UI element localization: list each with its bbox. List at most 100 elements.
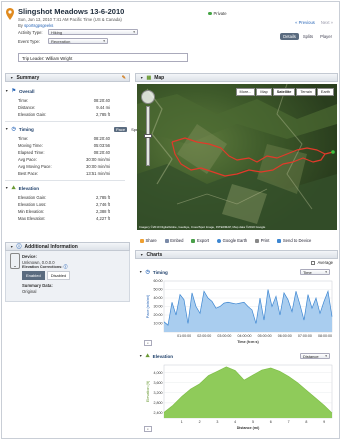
tab-player[interactable]: Player [317,33,335,40]
row-value: 08:20:40 [93,150,110,155]
x-tick-label: 06:00:00 [278,334,292,338]
start-marker-icon [331,150,335,154]
tab-splits[interactable]: Splits [299,33,317,40]
x-tick-label: 8 [305,420,307,424]
privacy-label: Private [213,11,227,16]
summary-header[interactable]: ▼ Summary ✎ [5,73,130,82]
edit-pencil-icon[interactable]: ✎ [122,75,126,81]
activity-type-value: Hiking [51,29,63,35]
device-send-icon [277,238,282,243]
timing-heading[interactable]: ▼ ◷ Timing [5,126,34,132]
share-button[interactable]: Share [140,238,157,243]
x-axis-label: Time (h:m:s) [237,340,259,344]
chevron-down-icon: ▾ [103,39,105,43]
summary-row: Elevation Loss: 2,746 ft [18,202,110,207]
map-pan-control[interactable] [141,90,155,104]
elevation-x-axis-select[interactable]: Distance ▾ [300,353,330,359]
summary-row: Time: 08:20:40 [18,98,110,103]
google-earth-button[interactable]: Google Earth [217,238,247,243]
divider [5,180,125,181]
additional-info-header[interactable]: ▼ ⓘ Additional Information [5,242,130,251]
author-link[interactable]: sportsgpsgeeks [24,23,53,28]
activity-header: Slingshot Meadows 13-6-2010 Sun, Jun 13,… [2,2,339,68]
zoom-magnifier-icon[interactable]: ⌕ [144,340,152,346]
y-tick-label: 60:00 [154,279,163,283]
summary-row: Distance: 9.44 mi [18,105,110,110]
timing-chart[interactable]: 10:00 20:00 30:00 40:00 50:00 60:00 01:00:00 02… [142,278,336,344]
export-icon [191,238,196,243]
row-label: Elevation Loss: [18,202,47,207]
row-label: Time: [18,98,29,103]
pace-button[interactable]: Pace [114,127,128,132]
enabled-button[interactable]: Enabled [22,271,45,280]
x-tick-label: 4 [234,420,236,424]
mountain-icon: ⛰ [145,353,150,359]
notes-field[interactable]: Trip Leader: William Wright [18,53,188,62]
timing-title: Timing [18,126,34,132]
map-satellite-button[interactable]: Satellite [272,88,296,96]
print-label: Print [260,238,270,243]
print-button[interactable]: Print [255,238,269,243]
privacy-status-icon [208,11,212,16]
elevation-heading[interactable]: ▼ ⛰ Elevation [5,185,39,191]
timing-x-axis-select[interactable]: Time ▾ [300,269,330,275]
map-credit: Imagery ©2010 DigitalGlobe, GeoEye, Cnes… [139,225,266,229]
x-tick-label: 05:00:00 [258,334,272,338]
elevation-chart-heading[interactable]: ▼ ⛰ Elevation [139,353,173,359]
map-header[interactable]: ▼ ▦ Map [135,73,338,82]
y-tick-label: 40:00 [154,296,163,300]
send-to-device-button[interactable]: Send to Device [277,238,311,243]
privacy-toggle[interactable]: Private [208,11,227,16]
satellite-imagery [137,84,337,230]
charts-header[interactable]: ▼ Charts [135,250,338,259]
map-zoom-handle[interactable] [144,134,152,138]
x-tick-label: 7 [288,420,290,424]
next-link[interactable]: Next » [321,20,333,25]
x-tick-label: 03:00:00 [217,334,231,338]
overall-heading[interactable]: ▼ ⚑ Overall [5,88,35,94]
zoom-magnifier-icon[interactable]: ⌕ [144,426,152,432]
row-label: Distance: [18,105,36,110]
map-more-button[interactable]: More... [235,88,256,96]
map-view[interactable]: More... Map Satellite Terrain Earth Imag… [137,84,337,230]
x-tick-label: 02:00:00 [197,334,211,338]
x-axis-label: Distance (mi) [237,426,260,430]
map-map-button[interactable]: Map [256,88,272,96]
embed-icon [164,238,169,243]
map-terrain-button[interactable]: Terrain [296,88,316,96]
embed-button[interactable]: Embed [164,238,183,243]
row-value: 2,785 ft [96,112,110,117]
summary-row: Moving Time: 05:03:56 [18,143,110,148]
printer-icon [255,238,260,243]
event-type-select[interactable]: Recreation ▾ [48,38,108,44]
x-tick-label: 5 [252,420,254,424]
y-tick-label: 20:00 [154,313,163,317]
row-value: 2,388 ft [96,209,110,214]
timing-chart-title: Timing [152,269,168,275]
activity-title[interactable]: Slingshot Meadows 13-6-2010 [18,7,124,16]
charts-title: Charts [146,251,163,258]
average-checkbox[interactable] [311,260,316,265]
elevation-x-axis-value: Distance [303,353,319,359]
activity-type-select[interactable]: Hiking ▾ [48,29,138,35]
export-button[interactable]: Export [191,238,209,243]
previous-link[interactable]: « Previous [295,20,315,25]
row-value: 08:20:40 [93,136,110,141]
average-toggle[interactable]: Average [311,260,333,265]
collapse-triangle-icon: ▼ [5,127,9,131]
mountain-icon: ⛰ [11,185,16,191]
summary-row: Elapsed Time: 08:20:40 [18,150,110,155]
row-value: 4,227 ft [96,216,110,221]
help-icon[interactable]: ⓘ [64,265,68,269]
summary-row: Elevation Gain: 2,785 ft [18,195,110,200]
info-icon: ⓘ [16,244,22,250]
elevation-chart[interactable]: 2,400 2,800 3,200 3,600 4,000 1 2 3 4 5 6 7 8 9 Distan… [142,362,336,430]
clock-icon: ◷ [11,126,16,132]
disabled-button[interactable]: Disabled [46,271,71,280]
x-tick-label: 08:00:00 [318,334,332,338]
map-earth-button[interactable]: Earth [316,88,334,96]
row-value: 08:20:40 [93,98,110,103]
tab-details[interactable]: Details [280,33,299,40]
timing-chart-heading[interactable]: ▼ ◷ Timing [139,269,168,275]
row-value: 05:03:56 [93,143,110,148]
